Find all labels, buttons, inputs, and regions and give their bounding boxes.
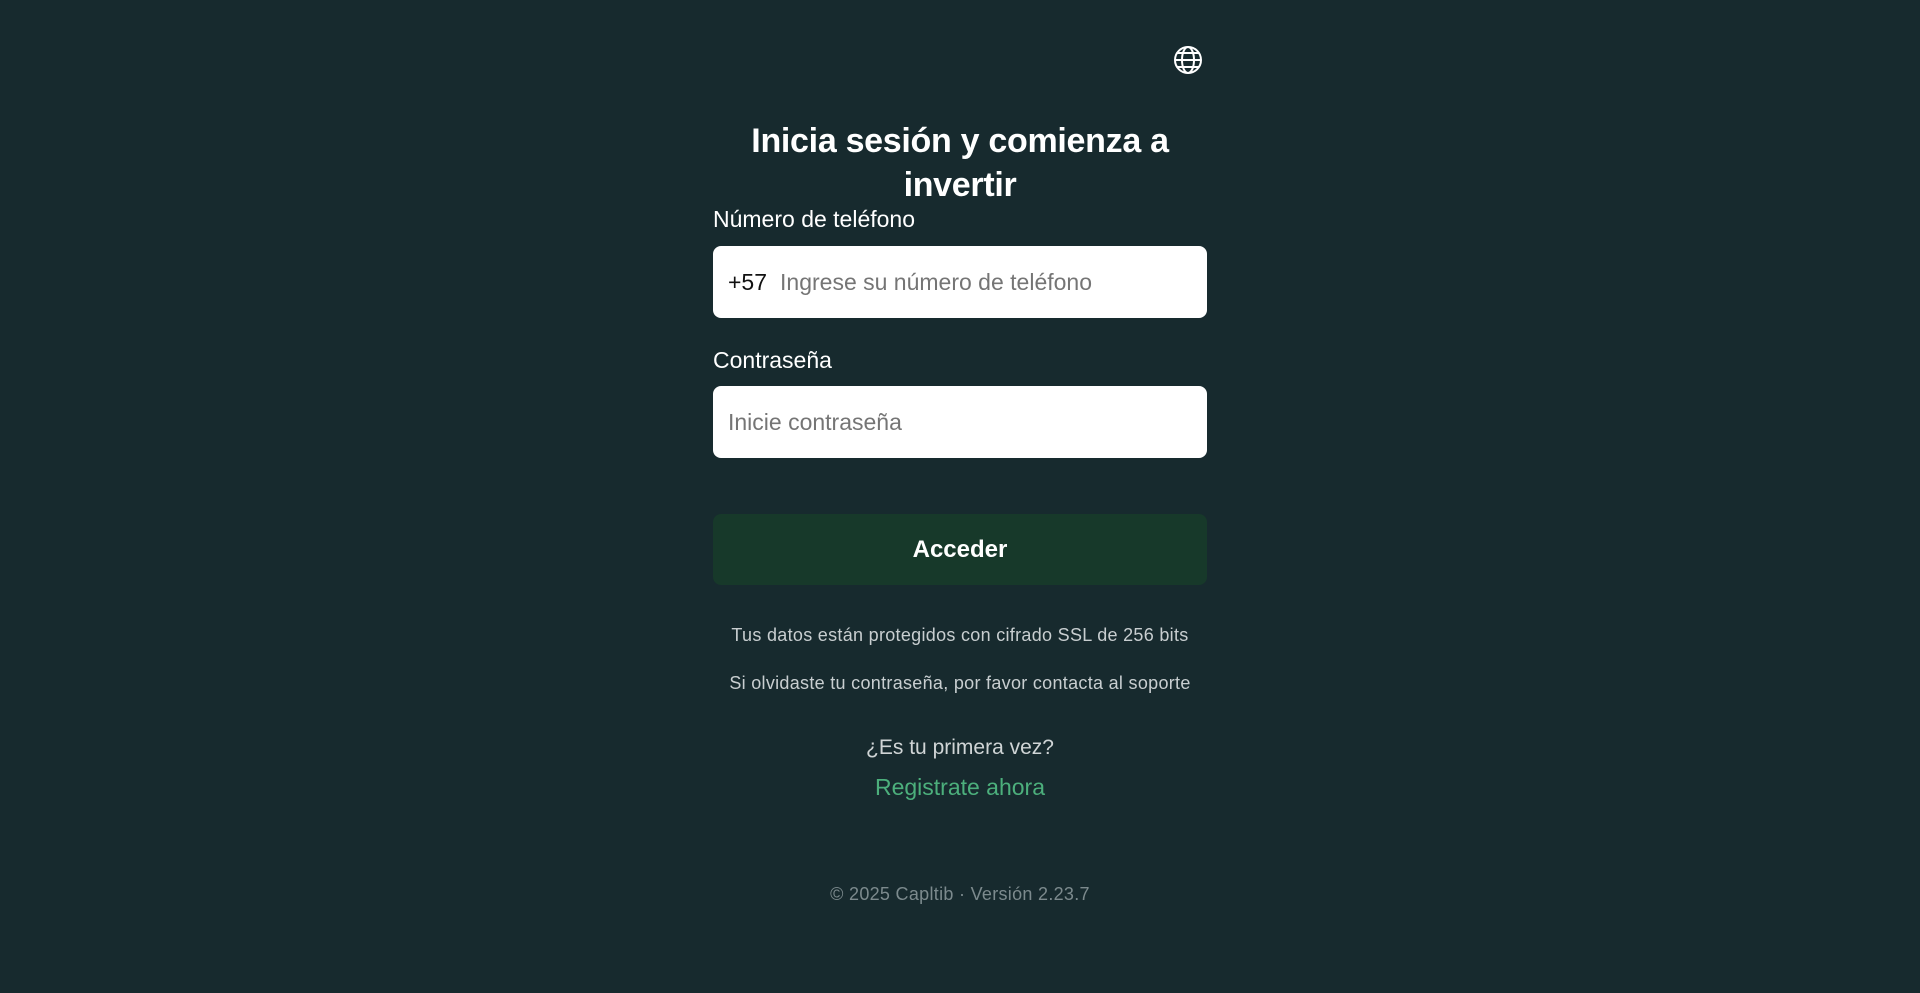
ssl-note: Tus datos están protegidos con cifrado S… bbox=[731, 625, 1189, 645]
country-code-prefix: +57 bbox=[728, 268, 768, 295]
password-field-container[interactable] bbox=[713, 386, 1207, 458]
password-input[interactable] bbox=[728, 408, 1192, 436]
page-title: Inicia sesión y comienza a invertir bbox=[751, 122, 1169, 204]
phone-input[interactable] bbox=[780, 268, 1192, 296]
login-button[interactable]: Acceder bbox=[713, 514, 1207, 585]
register-link[interactable]: Registrate ahora bbox=[713, 772, 1207, 802]
password-label: Contraseña bbox=[713, 347, 832, 373]
login-page: Inicia sesión y comienza a invertir Núme… bbox=[0, 0, 1920, 993]
phone-label: Número de teléfono bbox=[713, 206, 916, 232]
forgot-password-note: Si olvidaste tu contraseña, por favor co… bbox=[729, 673, 1191, 693]
globe-icon[interactable] bbox=[1173, 45, 1203, 75]
footer-version: © 2025 Capltib · Versión 2.23.7 bbox=[830, 884, 1090, 904]
phone-field-container[interactable]: +57 bbox=[713, 246, 1207, 318]
first-time-text: ¿Es tu primera vez? bbox=[866, 736, 1054, 759]
